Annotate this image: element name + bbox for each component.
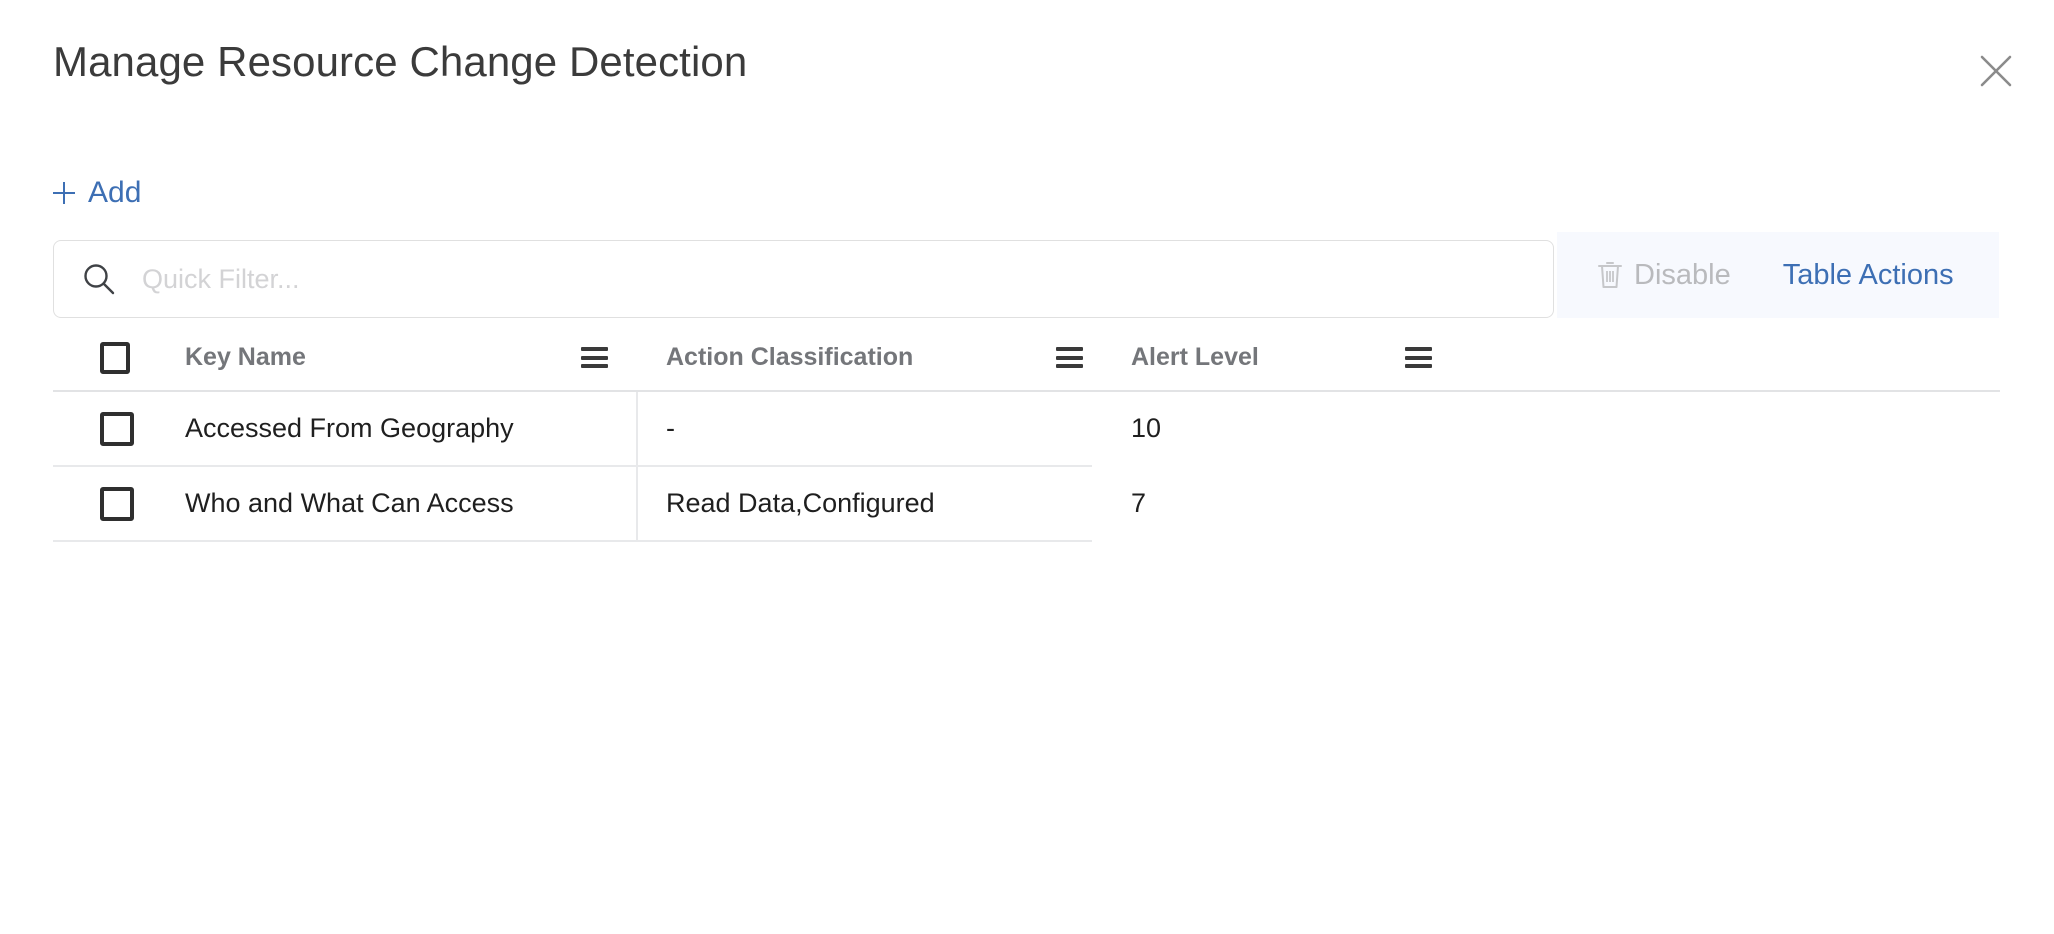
- cell-action-classification: Read Data,Configured: [666, 488, 935, 518]
- column-header-action-classification[interactable]: Action Classification: [666, 325, 1066, 390]
- column-header-label: Key Name: [185, 343, 306, 371]
- select-all-cell: [100, 325, 146, 390]
- column-menu-alert-level[interactable]: [1405, 325, 1435, 390]
- column-header-alert-level[interactable]: Alert Level: [1131, 325, 1451, 390]
- hamburger-icon[interactable]: [1056, 347, 1083, 368]
- row-checkbox[interactable]: [100, 411, 134, 446]
- cell-key-name: Who and What Can Access: [185, 488, 514, 518]
- page-title: Manage Resource Change Detection: [53, 38, 748, 85]
- select-all-checkbox[interactable]: [100, 341, 130, 374]
- quick-filter-container[interactable]: [53, 240, 1554, 318]
- cell-alert-level: 10: [1131, 413, 1162, 443]
- hamburger-icon[interactable]: [581, 347, 608, 368]
- column-header-label: Alert Level: [1131, 343, 1259, 371]
- data-grid: Key Name Action Classification Alert Lev…: [53, 325, 2000, 542]
- close-button[interactable]: [1965, 40, 2027, 102]
- disable-button-label: Disable: [1634, 258, 1731, 291]
- search-icon: [82, 262, 116, 296]
- trash-icon: [1597, 260, 1623, 290]
- row-select-cell: [100, 392, 134, 465]
- cell-action-classification: -: [666, 413, 675, 443]
- table-row[interactable]: Who and What Can Access Read Data,Config…: [53, 467, 1146, 542]
- close-icon: [1976, 51, 2016, 91]
- table-actions-button[interactable]: Table Actions: [1783, 260, 1954, 290]
- cell-key-name: Accessed From Geography: [185, 413, 514, 443]
- column-menu-action-classification[interactable]: [1056, 325, 1086, 390]
- column-menu-key-name[interactable]: [581, 325, 611, 390]
- hamburger-icon[interactable]: [1405, 347, 1432, 368]
- row-select-cell: [100, 467, 134, 540]
- table-action-strip: Disable Table Actions: [1557, 232, 1999, 318]
- row-checkbox[interactable]: [100, 486, 134, 521]
- column-header-label: Action Classification: [666, 343, 914, 371]
- table-toolbar: Disable Table Actions: [53, 232, 1999, 320]
- table-row[interactable]: Accessed From Geography - 10: [53, 392, 1161, 467]
- plus-icon: [53, 182, 75, 204]
- add-button-label: Add: [88, 176, 142, 209]
- add-button[interactable]: Add: [53, 172, 141, 214]
- dialog-header: Manage Resource Change Detection: [0, 0, 2054, 130]
- disable-button[interactable]: Disable: [1597, 260, 1731, 290]
- column-divider: [636, 467, 638, 540]
- search-input[interactable]: [142, 256, 1553, 302]
- grid-header-row: Key Name Action Classification Alert Lev…: [53, 325, 2000, 392]
- column-header-key-name[interactable]: Key Name: [185, 325, 605, 390]
- column-divider: [636, 392, 638, 465]
- cell-alert-level: 7: [1131, 488, 1147, 518]
